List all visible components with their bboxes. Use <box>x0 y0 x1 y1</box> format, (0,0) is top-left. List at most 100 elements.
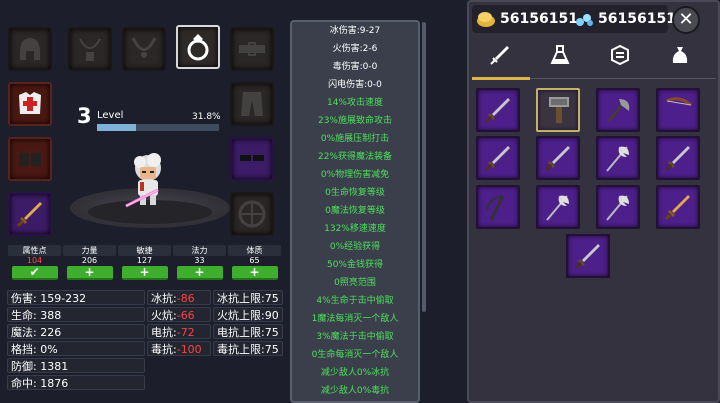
detail-stat-line: 冰伤害:9-27 <box>329 26 381 36</box>
gold-sword-icon <box>664 195 690 221</box>
pants-slot[interactable] <box>230 82 274 126</box>
stat-cold-res: 冰抗:-86 <box>147 290 211 305</box>
confirm-button[interactable]: ✔ <box>11 266 58 280</box>
inventory-item[interactable] <box>656 185 700 229</box>
attr-mana: 法力 33 + <box>173 245 226 285</box>
gloves-icon <box>19 153 41 166</box>
inventory-item[interactable] <box>536 88 580 132</box>
boots-slot[interactable] <box>230 137 274 181</box>
inventory-item[interactable] <box>656 136 700 180</box>
sword-icon <box>484 146 510 172</box>
stat-lightning-res-cap: 电抗上限:75 <box>213 324 283 339</box>
detail-stat-line: 毒伤害:0-0 <box>332 62 378 72</box>
amulet-icon <box>79 38 101 61</box>
hammer-icon <box>549 97 569 123</box>
stat-mana: 魔法: 226 <box>7 324 145 339</box>
shield-slot[interactable] <box>230 192 274 236</box>
shield-icon <box>238 200 266 228</box>
close-button[interactable]: ✕ <box>672 6 700 34</box>
inventory-item[interactable] <box>596 185 640 229</box>
inventory-item[interactable] <box>656 88 700 132</box>
armor-slot[interactable] <box>8 82 52 126</box>
gloves-slot[interactable] <box>8 137 52 181</box>
sword-tab-icon <box>490 46 509 65</box>
belt-icon <box>239 42 265 56</box>
detail-stat-line: 减少敌人0%冰抗 <box>320 368 390 378</box>
axe-icon <box>607 99 630 122</box>
armor-icon <box>19 92 41 114</box>
stat-defense: 防御: 1381 <box>7 358 145 373</box>
ring-icon <box>187 34 209 61</box>
stat-cold-res-cap: 冰抗上限:75 <box>213 290 283 305</box>
detail-stat-line: 22%获得魔法装备 <box>317 152 392 162</box>
level-label: Level <box>97 110 124 121</box>
stat-damage: 伤害: 159-232 <box>7 290 145 305</box>
detail-stat-line: 0%物理伤害减免 <box>320 170 390 180</box>
inventory-item[interactable] <box>476 185 520 229</box>
detail-stat-line: 0照亮范围 <box>334 278 376 288</box>
detail-scrollbar[interactable] <box>422 22 426 312</box>
stat-lightning-res: 电抗:-72 <box>147 324 211 339</box>
add-vitality-button[interactable]: + <box>231 266 278 280</box>
add-dexterity-button[interactable]: + <box>121 266 168 280</box>
tab-divider <box>530 78 716 79</box>
necklace-icon <box>131 37 157 58</box>
inventory-item[interactable] <box>476 136 520 180</box>
detail-stat-line: 23%施展致命攻击 <box>317 116 392 126</box>
boots-icon <box>240 155 264 161</box>
amulet-slot[interactable] <box>68 27 112 71</box>
attr-name: 力量 <box>63 245 116 256</box>
potion-tab-icon <box>550 45 570 64</box>
attr-name: 体质 <box>228 245 281 256</box>
stat-block: 格挡: 0% <box>7 341 145 356</box>
sword-icon <box>544 146 570 172</box>
inventory-item[interactable] <box>536 136 580 180</box>
helmet-slot[interactable] <box>8 27 52 71</box>
inventory-item[interactable] <box>596 136 640 180</box>
xp-bar <box>97 124 219 131</box>
detail-stats-panel[interactable]: 冰伤害:9-27 火伤害:2-6 毒伤害:0-0 闪电伤害:0-0 14%攻击速度 23%… <box>290 20 420 403</box>
sword-icon <box>16 202 42 228</box>
tab-weapons[interactable] <box>478 40 522 70</box>
character-sprite <box>125 153 161 208</box>
tab-potions[interactable] <box>538 40 582 70</box>
detail-stat-line: 0%施展压制打击 <box>320 134 390 144</box>
detail-stat-line: 3%魔法于击中偷取 <box>316 332 394 342</box>
stat-poison-res: 毒抗:-100 <box>147 341 211 356</box>
pants-icon <box>241 92 263 116</box>
double-axe-icon <box>606 146 629 172</box>
stat-fire-res: 火炕:-66 <box>147 307 211 322</box>
weapon-slot[interactable] <box>8 192 52 236</box>
necklace-slot[interactable] <box>122 27 166 71</box>
sword-icon <box>484 98 510 124</box>
stat-life: 生命: 388 <box>7 307 145 322</box>
detail-stat-line: 132%移速速度 <box>324 224 386 234</box>
sword-icon <box>574 244 600 270</box>
xp-bar-fill <box>97 124 136 131</box>
attr-vitality: 体质 65 + <box>228 245 281 285</box>
active-tab-indicator <box>472 77 530 80</box>
gem-tab-icon <box>611 44 629 66</box>
attr-dexterity: 敏捷 127 + <box>118 245 171 285</box>
detail-stat-line: 4%生命于击中偷取 <box>316 296 394 306</box>
belt-slot[interactable] <box>230 27 274 71</box>
level-number: 3 <box>77 104 92 128</box>
tab-bags[interactable] <box>658 40 702 70</box>
inventory-item[interactable] <box>566 234 610 278</box>
tab-gems[interactable] <box>598 40 642 70</box>
add-strength-button[interactable]: + <box>66 266 113 280</box>
attr-name: 敏捷 <box>118 245 171 256</box>
gem-icon <box>576 14 593 26</box>
xp-percent: 31.8% <box>192 112 221 122</box>
ring-slot[interactable] <box>176 25 220 69</box>
inventory-item[interactable] <box>536 185 580 229</box>
detail-stat-line: 0%经验获得 <box>329 242 381 252</box>
add-mana-button[interactable]: + <box>176 266 223 280</box>
inventory-item[interactable] <box>476 88 520 132</box>
bag-tab-icon <box>672 47 688 63</box>
detail-stat-line: 50%金钱获得 <box>326 260 383 270</box>
inventory-item[interactable] <box>596 88 640 132</box>
attr-strength: 力量 206 + <box>63 245 116 285</box>
gold-icon <box>477 12 495 27</box>
detail-stat-line: 0生命每消灭一个敌人 <box>311 350 399 360</box>
